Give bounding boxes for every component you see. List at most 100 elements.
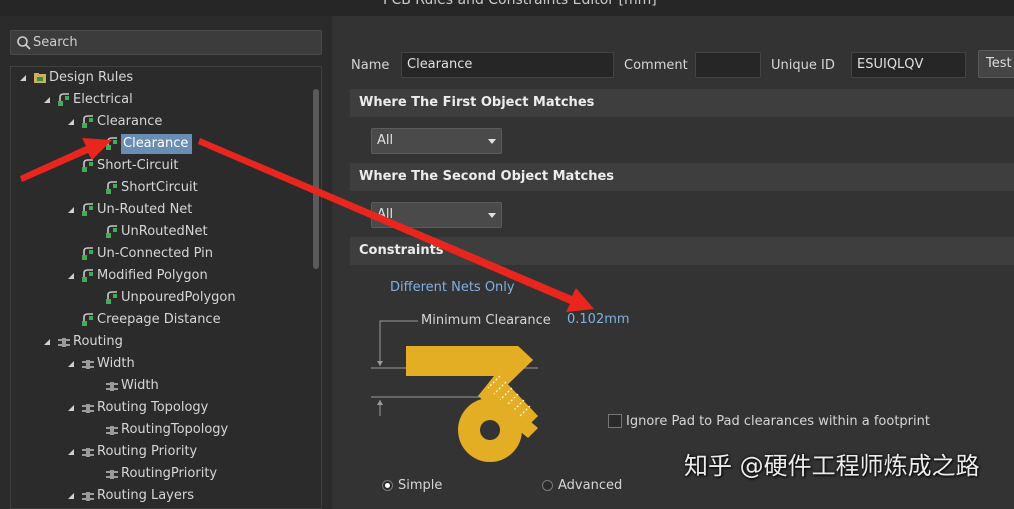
expand-arrow-icon[interactable] [67,207,74,213]
net-scope-selector[interactable]: Different Nets Only [390,280,515,295]
rule-editor-panel: Name Clearance Comment Unique ID ESUIQLQ… [332,16,1014,509]
routing-category-icon [82,404,94,413]
rule-category-icon [82,269,93,282]
tree-item[interactable]: RoutingPriority [11,464,309,484]
expand-arrow-icon[interactable] [43,97,50,103]
tree-item-label: UnpouredPolygon [121,290,236,305]
tree-item[interactable]: Short-Circuit [11,156,309,176]
tree-item[interactable]: Routing Topology [11,398,309,418]
unique-id-field[interactable]: ESUIQLQV [851,52,966,78]
routing-rule-icon [106,382,118,391]
folder-rules-icon [34,73,46,83]
rule-icon [106,181,117,194]
title-bar: PCB Rules and Constraints Editor [mm] [0,0,1014,16]
tree-item-label: Routing Priority [97,444,198,459]
expand-arrow-icon[interactable] [67,405,74,411]
tree-item[interactable]: Design Rules [11,68,309,88]
second-object-dropdown-value: All [377,207,394,222]
tree-item[interactable]: Modified Polygon [11,266,309,286]
rule-icon [106,137,117,150]
rule-category-icon [82,247,93,260]
expand-arrow-icon[interactable] [67,119,74,125]
expand-arrow-icon[interactable] [67,449,74,455]
tree-item[interactable]: Routing Priority [11,442,309,462]
second-object-dropdown[interactable]: All [371,202,502,228]
expand-arrow-icon[interactable] [43,339,50,345]
tree-item[interactable]: Clearance [11,112,309,132]
tree-item-label: Design Rules [49,70,134,85]
routing-category-icon [82,448,94,457]
tree-item-label: Width [121,378,159,393]
unique-id-label: Unique ID [771,58,835,73]
tree-item[interactable]: RoutingTopology [11,420,309,440]
expand-arrow-icon[interactable] [67,493,74,499]
tree-item-label: Width [97,356,135,371]
chevron-down-icon [488,213,496,218]
advanced-mode-label: Advanced [558,478,623,493]
rule-category-icon [82,203,93,216]
tree-item[interactable]: Un-Routed Net [11,200,309,220]
tree-item-label: Short-Circuit [97,158,179,173]
ignore-pad-clearance-checkbox[interactable] [608,414,622,428]
clearance-diagram [371,320,538,462]
comment-label: Comment [624,58,688,73]
routing-category-icon [58,338,70,347]
tree-item-label: ShortCircuit [121,180,198,195]
expand-arrow-icon[interactable] [67,361,74,367]
tree-item[interactable]: Electrical [11,90,309,110]
constraints-header: Constraints [350,237,1014,265]
tree-item-label: Routing Layers [97,488,194,503]
tree-item-label: Un-Routed Net [97,202,193,217]
tree-item[interactable]: Clearance [11,134,309,154]
first-object-matches-header: Where The First Object Matches [350,89,1014,117]
simple-mode-radio[interactable] [382,480,393,491]
rule-icon [106,225,117,238]
second-object-matches-header: Where The Second Object Matches [350,163,1014,191]
comment-field[interactable] [695,52,761,78]
tree-item-label: UnRoutedNet [121,224,208,239]
simple-mode-label: Simple [398,478,443,493]
tree-item-label: Un-Connected Pin [97,246,213,261]
tree-item[interactable]: Width [11,354,309,374]
tree-item[interactable]: Un-Connected Pin [11,244,309,264]
ignore-pad-clearance-label: Ignore Pad to Pad clearances within a fo… [626,414,930,429]
routing-category-icon [82,492,94,501]
tree-item[interactable]: Creepage Distance [11,310,309,330]
tree-item[interactable]: Width [11,376,309,396]
test-button[interactable]: Test [978,50,1014,78]
search-input[interactable] [33,33,313,52]
advanced-mode-radio[interactable] [542,480,553,491]
expand-arrow-icon[interactable] [19,75,26,81]
window-title: PCB Rules and Constraints Editor [mm] [383,0,657,8]
tree-item-label: Clearance [97,114,163,129]
tree-item[interactable]: Routing Layers [11,486,309,506]
chevron-down-icon [488,139,496,144]
rule-category-icon [58,93,69,106]
rules-navigation-panel: Design Rules Electrical Clearance Clearance… [0,16,326,509]
tree-item-label: Clearance [121,134,193,154]
tree-item-label: Routing Topology [97,400,209,415]
rule-icon [106,291,117,304]
routing-rule-icon [106,426,118,435]
tree-item-label: Modified Polygon [97,268,208,283]
search-box[interactable] [10,30,322,55]
tree-item[interactable]: UnRoutedNet [11,222,309,242]
name-label: Name [351,58,390,73]
expand-arrow-icon[interactable] [67,273,74,279]
tree-scrollbar-thumb[interactable] [313,89,319,269]
name-field[interactable]: Clearance [401,52,614,78]
tree-item[interactable]: UnpouredPolygon [11,288,309,308]
rule-category-icon [82,313,93,326]
tree-item[interactable]: ShortCircuit [11,178,309,198]
tree-scrollbar[interactable] [311,67,321,508]
rule-category-icon [82,159,93,172]
tree-item-label: RoutingPriority [121,466,218,481]
rule-category-icon [82,115,93,128]
routing-category-icon [82,360,94,369]
tree-item[interactable]: Routing [11,332,309,352]
watermark: 知乎 @硬件工程师炼成之路 [684,452,980,480]
search-icon [17,36,31,50]
first-object-dropdown[interactable]: All [371,128,502,154]
tree-item-label: Electrical [73,92,133,107]
tree-item-label: RoutingTopology [121,422,229,437]
